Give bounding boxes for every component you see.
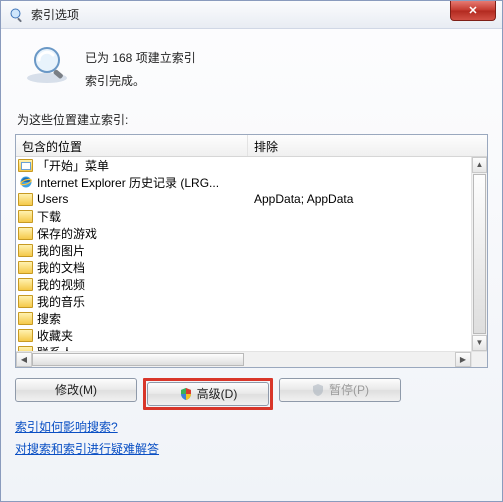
list-item-label: 保存的游戏 [37,225,97,242]
list-item[interactable]: 下载 [16,208,471,225]
list-item-name-cell: 保存的游戏 [16,225,248,242]
list-item[interactable]: 我的视频 [16,276,471,293]
list-item[interactable]: 搜索 [16,310,471,327]
summary-text: 已为 168 项建立索引 索引完成。 [85,43,196,93]
list-item-label: 「开始」菜单 [37,157,109,174]
advanced-button-label: 高级(D) [197,385,238,402]
scroll-down-icon[interactable]: ▼ [472,335,487,351]
scroll-corner [471,351,487,367]
list-item-name-cell: Internet Explorer 历史记录 (LRG... [16,174,248,191]
shield-icon [311,383,325,397]
list-item-name-cell: 我的文档 [16,259,248,276]
close-icon: ✕ [468,4,477,17]
list-header-row: 包含的位置 排除 [16,135,487,157]
header-exclude[interactable]: 排除 [248,135,487,156]
folder-icon [18,329,33,342]
list-item[interactable]: Users AppData; AppData [16,191,471,208]
folder-icon [18,210,33,223]
vertical-scrollbar[interactable]: ▲ ▼ [471,157,487,351]
list-item[interactable]: 联系人 [16,344,471,351]
list-body: 「开始」菜单Internet Explorer 历史记录 (LRG...User… [16,157,471,351]
ie-icon [18,175,33,190]
list-item[interactable]: 我的文档 [16,259,471,276]
hscroll-track[interactable] [32,352,455,367]
help-links: 索引如何影响搜索? 对搜索和索引进行疑难解答 [15,416,488,462]
list-item[interactable]: 我的音乐 [16,293,471,310]
folder-icon [18,193,33,206]
vscroll-thumb[interactable] [473,174,486,334]
folder-icon [18,244,33,257]
list-item-exclude-cell: AppData; AppData [248,192,471,206]
header-included[interactable]: 包含的位置 [16,135,248,156]
pause-button: 暂停(P) [279,378,401,402]
locations-label: 为这些位置建立索引: [17,111,488,128]
folder-icon [18,227,33,240]
folder-icon [18,295,33,308]
indexing-status-text: 索引完成。 [85,70,196,93]
list-item[interactable]: 「开始」菜单 [16,157,471,174]
list-item[interactable]: Internet Explorer 历史记录 (LRG... [16,174,471,191]
summary: 已为 168 项建立索引 索引完成。 [15,39,488,107]
list-item-name-cell: 联系人 [16,344,248,351]
magnifier-icon [9,7,25,23]
link-troubleshoot-search[interactable]: 对搜索和索引进行疑难解答 [15,438,159,461]
titlebar[interactable]: 索引选项 ✕ [1,1,502,29]
list-item-name-cell: 搜索 [16,310,248,327]
locations-listbox[interactable]: 包含的位置 排除 「开始」菜单Internet Explorer 历史记录 (L… [15,134,488,368]
modify-button-label: 修改(M) [55,381,97,398]
folder-icon [18,261,33,274]
hscroll-thumb[interactable] [32,353,244,366]
shield-icon [179,387,193,401]
list-item[interactable]: 保存的游戏 [16,225,471,242]
folder-icon [18,278,33,291]
advanced-button[interactable]: 高级(D) [147,382,269,406]
window-title: 索引选项 [31,6,79,23]
link-how-indexing-affects-search[interactable]: 索引如何影响搜索? [15,416,118,439]
list-item-label: Users [37,192,68,206]
list-item-label: 我的视频 [37,276,85,293]
list-item-name-cell: 我的图片 [16,242,248,259]
list-item-label: 我的文档 [37,259,85,276]
list-item-label: 搜索 [37,310,61,327]
advanced-highlight: 高级(D) [143,378,273,410]
list-item-name-cell: 我的视频 [16,276,248,293]
horizontal-scrollbar[interactable]: ◀ ▶ [16,351,471,367]
list-item-name-cell: 「开始」菜单 [16,157,248,174]
list-item-label: 联系人 [37,344,73,351]
list-item-label: 我的图片 [37,242,85,259]
list-item-label: 我的音乐 [37,293,85,310]
list-item-label: 下载 [37,208,61,225]
button-row: 修改(M) 高级(D) 暂停(P) [15,378,488,410]
scroll-up-icon[interactable]: ▲ [472,157,487,173]
list-item-label: 收藏夹 [37,327,73,344]
list-item-label: Internet Explorer 历史记录 (LRG... [37,174,219,191]
dialog-content: 已为 168 项建立索引 索引完成。 为这些位置建立索引: 包含的位置 排除 「… [1,29,502,469]
list-item-name-cell: Users [16,192,248,206]
indexed-count-text: 已为 168 项建立索引 [85,47,196,70]
list-item[interactable]: 收藏夹 [16,327,471,344]
indexing-options-dialog: 索引选项 ✕ 已为 168 项建立索引 索引完成。 为这些位置建立索引: [0,0,503,502]
modify-button[interactable]: 修改(M) [15,378,137,402]
list-item-name-cell: 下载 [16,208,248,225]
scroll-left-icon[interactable]: ◀ [16,352,32,367]
search-large-icon [25,43,71,85]
folder-icon [18,312,33,325]
list-item[interactable]: 我的图片 [16,242,471,259]
list-item-name-cell: 收藏夹 [16,327,248,344]
scroll-right-icon[interactable]: ▶ [455,352,471,367]
list-item-name-cell: 我的音乐 [16,293,248,310]
close-button[interactable]: ✕ [450,1,496,21]
pause-button-label: 暂停(P) [329,381,369,398]
folder-icon [18,159,33,172]
